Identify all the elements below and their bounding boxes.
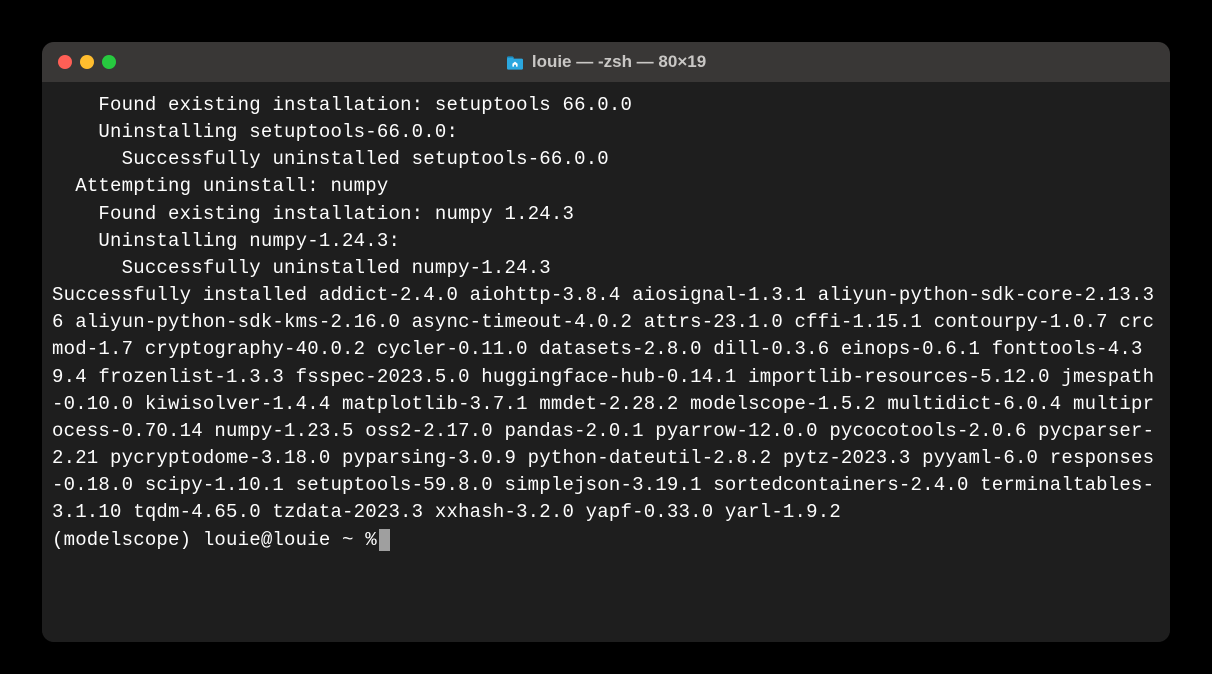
close-button[interactable] xyxy=(58,55,72,69)
title-center: louie — -zsh — 80×19 xyxy=(42,52,1170,72)
prompt-text: (modelscope) louie@louie ~ % xyxy=(52,527,377,554)
traffic-lights xyxy=(58,55,116,69)
window-title: louie — -zsh — 80×19 xyxy=(532,52,706,72)
maximize-button[interactable] xyxy=(102,55,116,69)
home-folder-icon xyxy=(506,55,524,70)
prompt-line[interactable]: (modelscope) louie@louie ~ % xyxy=(52,527,1160,554)
titlebar[interactable]: louie — -zsh — 80×19 xyxy=(42,42,1170,82)
cursor-icon xyxy=(379,529,390,551)
minimize-button[interactable] xyxy=(80,55,94,69)
terminal-window: louie — -zsh — 80×19 Found existing inst… xyxy=(42,42,1170,642)
terminal-body[interactable]: Found existing installation: setuptools … xyxy=(42,82,1170,642)
terminal-output: Found existing installation: setuptools … xyxy=(52,92,1160,527)
